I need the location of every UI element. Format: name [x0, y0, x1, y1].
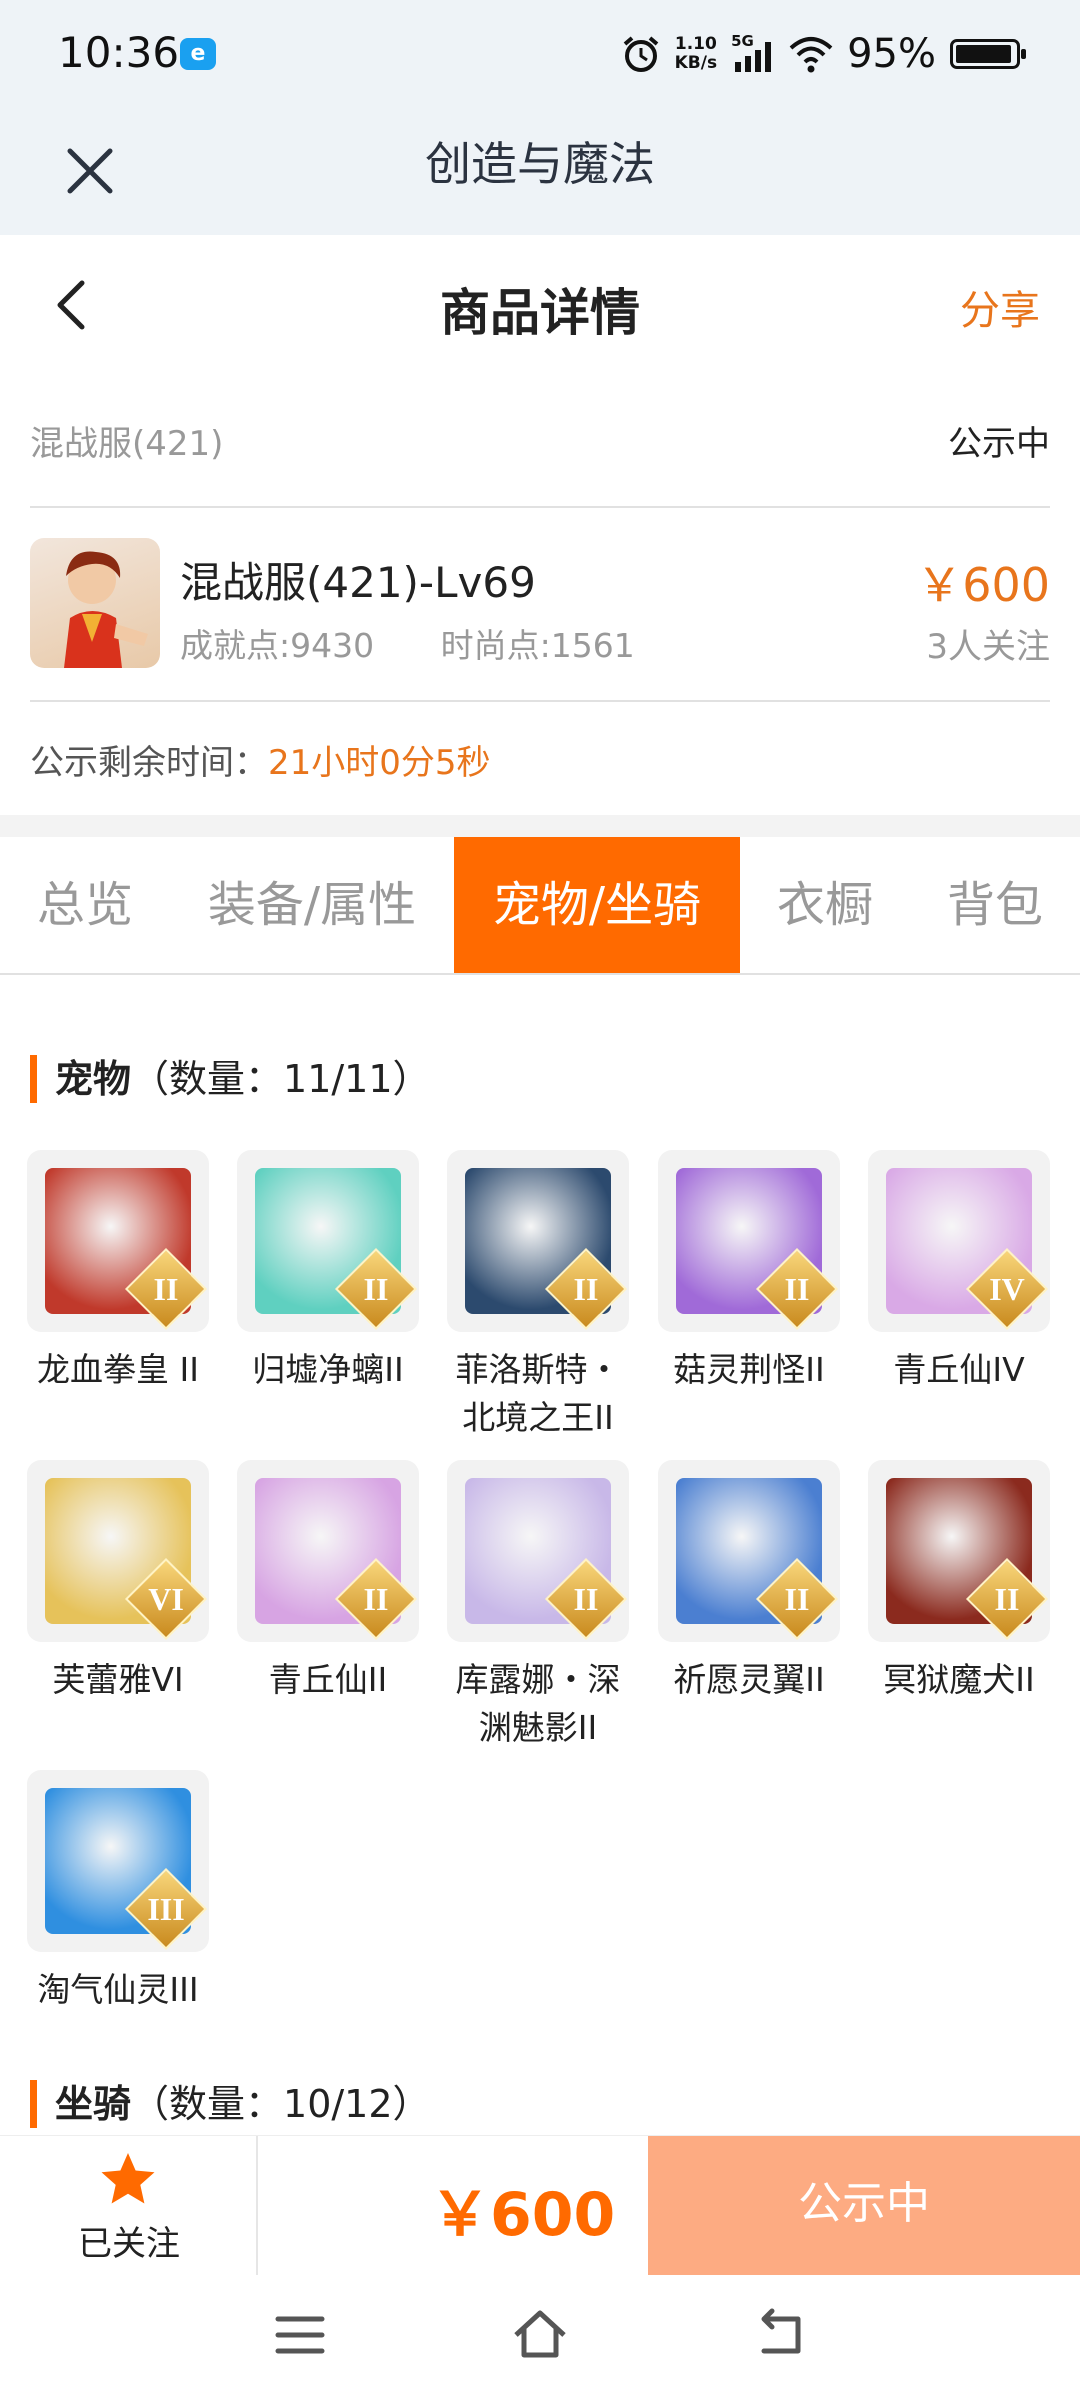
- pet-item[interactable]: III 淘气仙灵III: [26, 1770, 210, 2014]
- pet-thumbnail: II: [447, 1460, 629, 1642]
- bottom-price: ￥600: [430, 2180, 616, 2250]
- mounts-count: （数量：10/12）: [131, 2082, 431, 2126]
- tab-backpack[interactable]: 背包: [910, 837, 1080, 973]
- server-name: 混战服(421): [30, 423, 224, 464]
- rank-badge-text: II: [573, 1271, 599, 1307]
- rank-badge-text: III: [147, 1891, 185, 1927]
- status-time: 10:36: [58, 28, 180, 77]
- pet-thumbnail: II: [447, 1150, 629, 1332]
- followers-count: 3人关注: [926, 627, 1050, 667]
- achievement-points: 成就点:9430: [180, 626, 375, 665]
- pet-item[interactable]: II 库露娜・深渊魅影II: [446, 1460, 630, 1752]
- pet-thumbnail: II: [658, 1460, 840, 1642]
- product-price: ￥600: [916, 558, 1050, 612]
- pet-thumbnail: II: [868, 1460, 1050, 1642]
- pet-thumbnail: II: [658, 1150, 840, 1332]
- pet-item[interactable]: VI 芙蕾雅VI: [26, 1460, 210, 1704]
- bottom-action-bar: 已关注 ￥600 公示中: [0, 2135, 1080, 2276]
- star-icon: [101, 2153, 155, 2204]
- pet-name: 淘气仙灵III: [37, 1970, 199, 2009]
- server-row: 混战服(421) 公示中: [30, 405, 1050, 475]
- tab-bar: 总览 装备/属性 宠物/坐骑 衣橱 背包: [0, 837, 1080, 975]
- pets-count: （数量：11/11）: [131, 1057, 431, 1101]
- pets-section-title: 宠物（数量：11/11）: [30, 1055, 431, 1103]
- webview-title: 创造与魔法: [425, 137, 655, 191]
- product-summary: 混战服(421)-Lv69 成就点:9430 时尚点:1561 ￥600 3人关…: [30, 533, 1050, 673]
- pet-name: 菇灵荆怪II: [673, 1350, 825, 1389]
- countdown: 公示剩余时间：21小时0分5秒: [30, 735, 491, 784]
- mounts-section-title: 坐骑（数量：10/12）: [30, 2080, 431, 2128]
- pet-name: 库露娜・深渊魅影II: [455, 1660, 621, 1747]
- pet-item[interactable]: II 龙血拳皇 II: [26, 1150, 210, 1394]
- follow-label: 已关注: [78, 2224, 180, 2264]
- status-bar: 10:36 e 1.10 KB/s 5G 95%: [0, 0, 1080, 115]
- battery-percent: 95%: [847, 31, 936, 77]
- tab-equipment[interactable]: 装备/属性: [170, 837, 454, 973]
- tab-wardrobe[interactable]: 衣橱: [740, 837, 910, 973]
- pet-thumbnail: II: [237, 1460, 419, 1642]
- pet-item[interactable]: IV 青丘仙IV: [867, 1150, 1051, 1394]
- pet-item[interactable]: II 菇灵荆怪II: [657, 1150, 841, 1394]
- tab-overview[interactable]: 总览: [0, 837, 170, 973]
- rank-badge-text: II: [363, 1581, 389, 1617]
- home-icon[interactable]: [510, 2305, 570, 2365]
- rank-badge-text: II: [363, 1271, 389, 1307]
- pet-name: 青丘仙IV: [893, 1350, 1025, 1389]
- rank-badge-text: II: [153, 1271, 179, 1307]
- back-nav-icon[interactable]: [750, 2305, 810, 2365]
- page-title: 商品详情: [440, 284, 640, 342]
- pet-thumbnail: II: [27, 1150, 209, 1332]
- pet-thumbnail: IV: [868, 1150, 1050, 1332]
- share-button[interactable]: 分享: [960, 278, 1040, 336]
- section-separator: [0, 815, 1080, 837]
- system-nav-bar: [0, 2275, 1080, 2400]
- menu-icon[interactable]: [270, 2305, 330, 2365]
- countdown-label: 公示剩余时间：: [30, 743, 268, 783]
- pet-item[interactable]: II 归墟净螭II: [236, 1150, 420, 1394]
- pet-thumbnail: II: [237, 1150, 419, 1332]
- signal-icon: 5G: [731, 32, 775, 74]
- pet-name: 冥狱魔犬II: [883, 1660, 1035, 1699]
- rank-badge-text: VI: [148, 1581, 184, 1617]
- rank-badge-text: II: [784, 1581, 810, 1617]
- rank-badge-text: II: [994, 1581, 1020, 1617]
- pet-thumbnail: III: [27, 1770, 209, 1952]
- tab-pets-mounts[interactable]: 宠物/坐骑: [454, 837, 740, 973]
- pet-name: 龙血拳皇 II: [37, 1350, 199, 1389]
- pets-title: 宠物: [55, 1057, 132, 1101]
- network-speed: 1.10 KB/s: [674, 34, 718, 73]
- divider: [30, 506, 1050, 508]
- status-button[interactable]: 公示中: [648, 2136, 1080, 2276]
- pet-thumbnail: VI: [27, 1460, 209, 1642]
- pet-item[interactable]: II 祈愿灵翼II: [657, 1460, 841, 1704]
- listing-status: 公示中: [948, 423, 1050, 464]
- rank-badge-text: II: [784, 1271, 810, 1307]
- pet-item[interactable]: II 青丘仙II: [236, 1460, 420, 1704]
- pet-item[interactable]: II 菲洛斯特・北境之王II: [446, 1150, 630, 1442]
- pet-name: 祈愿灵翼II: [673, 1660, 825, 1699]
- pet-name: 青丘仙II: [268, 1660, 388, 1699]
- fashion-points: 时尚点:1561: [440, 626, 635, 665]
- character-avatar: [30, 538, 160, 668]
- pet-name: 芙蕾雅VI: [52, 1660, 184, 1699]
- countdown-value: 21小时0分5秒: [268, 743, 491, 783]
- product-name: 混战服(421)-Lv69: [180, 558, 536, 607]
- page-header: 商品详情 分享: [0, 235, 1080, 375]
- app-notification-icon: e: [180, 38, 216, 70]
- rank-badge-text: II: [573, 1581, 599, 1617]
- wifi-icon: [789, 37, 833, 73]
- alarm-icon: [623, 36, 658, 72]
- battery-icon: [950, 39, 1026, 69]
- pet-item[interactable]: II 冥狱魔犬II: [867, 1460, 1051, 1704]
- rank-badge-text: IV: [989, 1271, 1025, 1307]
- follow-button[interactable]: 已关注: [0, 2136, 258, 2276]
- divider: [30, 700, 1050, 702]
- mounts-title: 坐骑: [55, 2082, 132, 2126]
- status-icons: 1.10 KB/s 5G 95%: [621, 28, 1026, 80]
- pet-name: 归墟净螭II: [252, 1350, 404, 1389]
- pet-name: 菲洛斯特・北境之王II: [455, 1350, 621, 1437]
- product-meta: 成就点:9430 时尚点:1561: [180, 619, 691, 667]
